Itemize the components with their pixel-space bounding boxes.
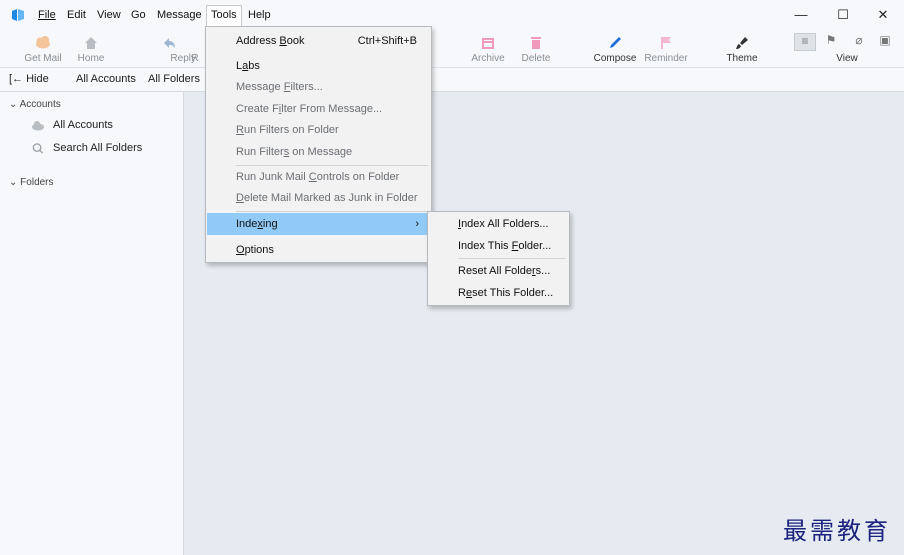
menu-separator <box>458 258 566 259</box>
view-toolbar-group: ≡ ⚑ ⌀ ▣ View <box>792 32 902 68</box>
chevron-down-icon: ⌄ <box>9 99 18 110</box>
maximize-button[interactable]: ☐ <box>832 6 854 24</box>
folder-pane-header: [← Hide All Accounts All Folders <box>0 68 904 92</box>
view-label: View <box>836 53 858 64</box>
all-folders-button[interactable]: All Folders <box>148 73 200 85</box>
menu-item-run-filters-on-folder[interactable]: Run Filters on Folder <box>207 119 431 141</box>
accounts-section-header[interactable]: ⌄ Accounts <box>9 99 61 110</box>
menu-item-indexing[interactable]: Indexing › <box>207 213 431 235</box>
menu-go[interactable]: Go <box>131 9 146 21</box>
tools-menu: Address Book Ctrl+Shift+B Labs Message F… <box>205 26 432 263</box>
sidebar-item-all-accounts[interactable]: All Accounts <box>32 119 113 131</box>
flag-filter-icon[interactable]: ⚑ <box>820 33 842 51</box>
close-button[interactable]: ✕ <box>872 6 894 24</box>
menu-item-index-all-folders[interactable]: Index All Folders... <box>429 213 569 235</box>
flag-icon <box>661 37 671 49</box>
menu-view[interactable]: View <box>97 9 121 21</box>
menu-edit[interactable]: Edit <box>67 9 86 21</box>
menu-file[interactable]: File <box>38 9 56 21</box>
compose-button[interactable]: Compose <box>586 32 644 66</box>
menu-item-reset-all-folders[interactable]: Reset All Folders... <box>429 260 569 282</box>
menu-help[interactable]: Help <box>248 9 271 21</box>
menu-item-message-filters[interactable]: Message Filters... <box>207 76 431 98</box>
delete-button[interactable]: Delete <box>508 32 564 66</box>
folder-pane: ⌄ Accounts All Accounts Search All Folde… <box>0 92 184 555</box>
home-button[interactable]: Home <box>63 32 119 66</box>
home-icon <box>85 37 97 49</box>
paintbrush-icon <box>736 37 748 49</box>
watermark-text: 最需教育 <box>783 517 891 545</box>
main-toolbar: Get Mail Home Reply R Archive Delete Com… <box>0 30 904 68</box>
attachment-icon[interactable]: ⌀ <box>848 33 870 51</box>
chevron-right-icon: › <box>415 218 419 230</box>
menu-item-address-book[interactable]: Address Book Ctrl+Shift+B <box>207 30 431 52</box>
reply-all-button[interactable]: R <box>186 32 204 66</box>
sidebar-item-search-all-folders[interactable]: Search All Folders <box>32 142 142 154</box>
theme-button[interactable]: Theme <box>714 32 770 66</box>
hide-folder-pane-button[interactable]: [← Hide <box>9 73 49 85</box>
indexing-submenu: Index All Folders... Index This Folder..… <box>427 211 570 306</box>
list-view-icon[interactable]: ≡ <box>794 33 816 51</box>
all-accounts-button[interactable]: All Accounts <box>76 73 136 85</box>
menu-item-delete-junk[interactable]: Delete Mail Marked as Junk in Folder <box>207 187 431 209</box>
menu-item-index-this-folder[interactable]: Index This Folder... <box>429 235 569 257</box>
menu-item-labs[interactable]: Labs <box>207 55 431 77</box>
chevron-down-icon: ⌄ <box>9 177 18 188</box>
menu-item-run-junk-controls[interactable]: Run Junk Mail Controls on Folder <box>207 166 431 188</box>
folders-section-header[interactable]: ⌄ Folders <box>9 177 54 188</box>
trash-icon <box>531 37 541 49</box>
reminder-button[interactable]: Reminder <box>638 32 694 66</box>
menu-bar: File Edit View Go Message Tools Help — ☐… <box>0 0 904 30</box>
cloud-icon <box>32 121 44 131</box>
menu-item-reset-this-folder[interactable]: Reset This Folder... <box>429 282 569 304</box>
image-icon[interactable]: ▣ <box>874 33 896 51</box>
app-logo-icon <box>12 9 24 21</box>
menu-item-options[interactable]: Options <box>207 239 431 261</box>
minimize-button[interactable]: — <box>790 6 812 24</box>
menu-separator <box>236 211 428 212</box>
menu-tools[interactable]: Tools <box>206 5 242 26</box>
menu-message[interactable]: Message <box>157 9 202 21</box>
pencil-icon <box>610 37 621 48</box>
search-icon <box>32 143 44 154</box>
menu-item-run-filters-on-message[interactable]: Run Filters on Message <box>207 141 431 163</box>
menu-item-create-filter[interactable]: Create Filter From Message... <box>207 98 431 120</box>
